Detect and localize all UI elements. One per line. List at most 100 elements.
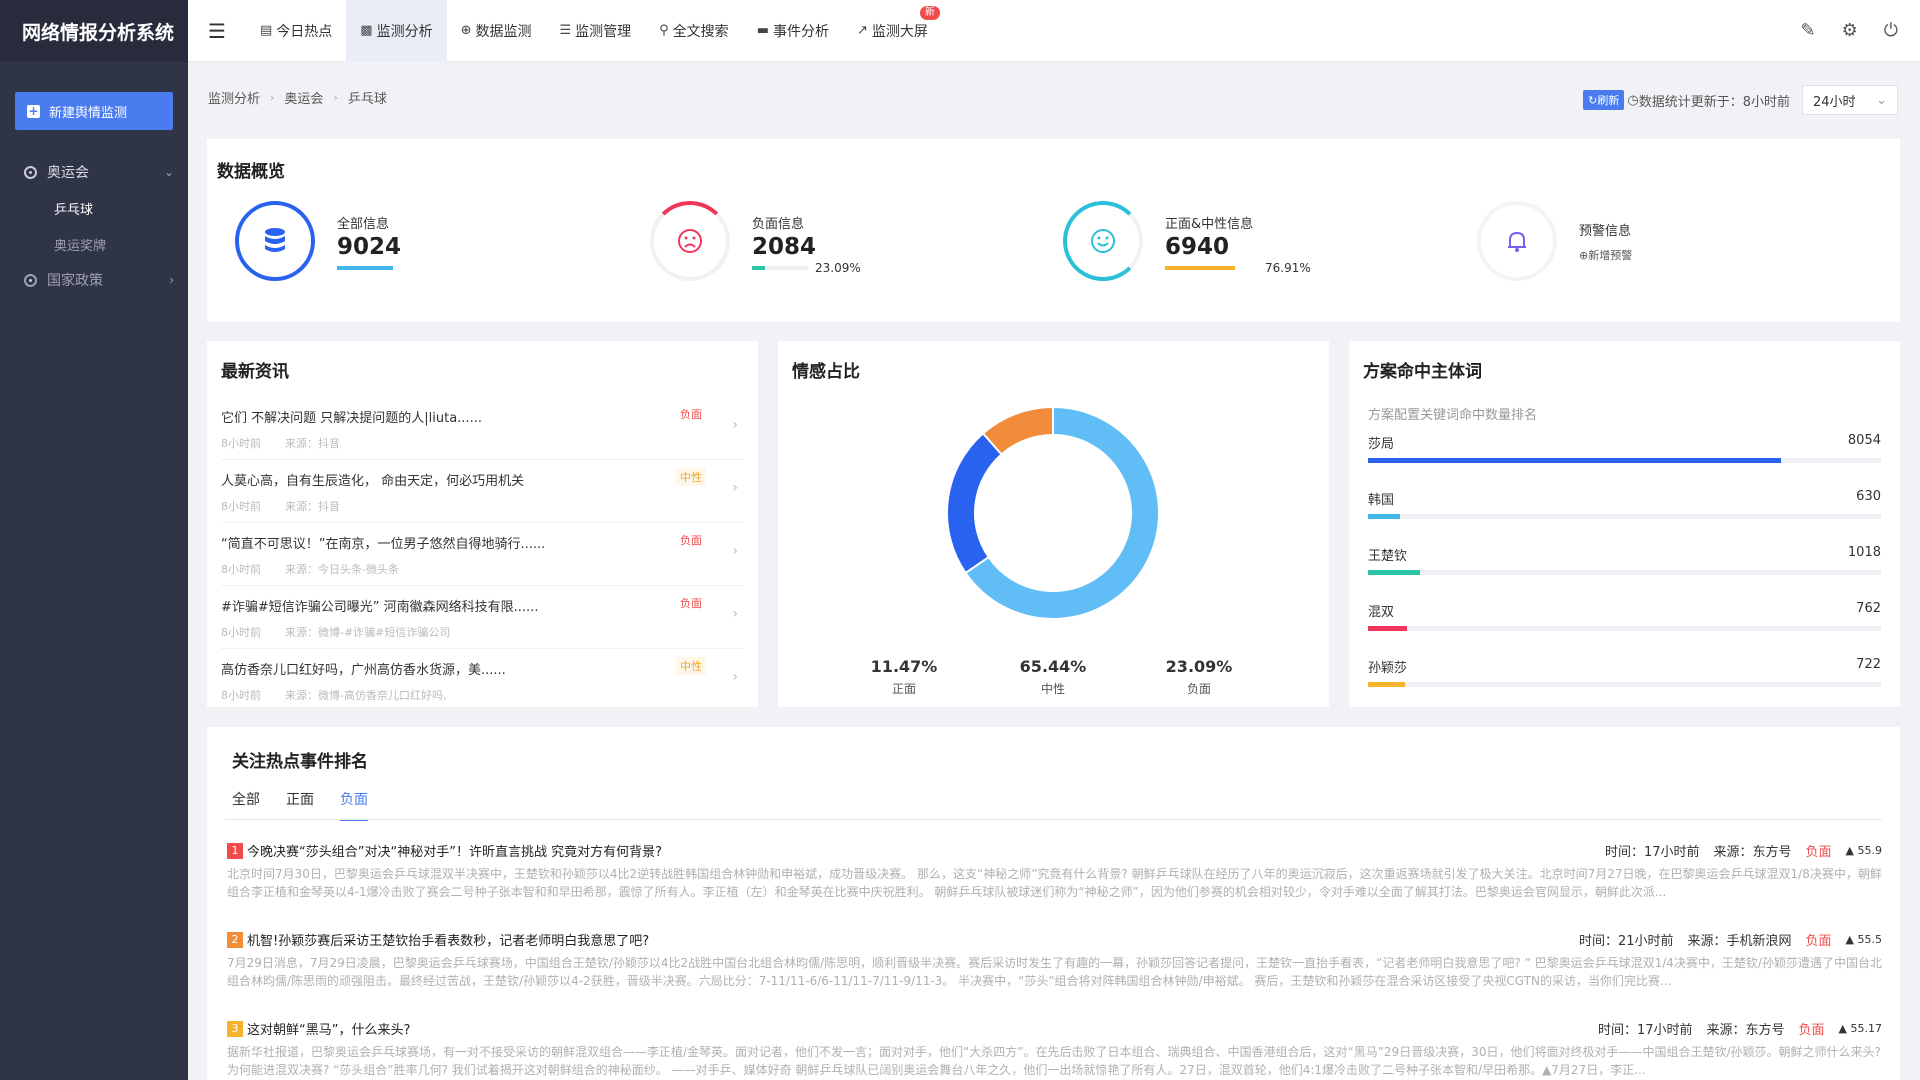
keyword-row: 混双 762 bbox=[1368, 601, 1881, 657]
sidebar-sub-table-tennis[interactable]: 乒乓球 bbox=[0, 190, 188, 226]
nav-monitor-screen[interactable]: ↗ 监测大屏新 bbox=[843, 0, 942, 62]
breadcrumb-item[interactable]: 奥运会 bbox=[284, 88, 323, 107]
menu-icon[interactable]: ☰ bbox=[188, 19, 246, 43]
news-item-title: 人莫心高，自有生辰造化， 命由天定，何必巧用机关 bbox=[221, 474, 525, 489]
keyword-bar-track bbox=[1368, 514, 1881, 519]
stat-all: 全部信息 9024 bbox=[235, 201, 401, 281]
sidebar-item-olympics[interactable]: 奥运会 ⌄ bbox=[0, 154, 188, 190]
event-score: ▲ 55.5 bbox=[1846, 933, 1882, 946]
event-score: ▲ 55.17 bbox=[1839, 1022, 1882, 1035]
plus-icon: + bbox=[27, 103, 40, 118]
list-icon: ▤ bbox=[260, 23, 273, 38]
tab-negative[interactable]: 负面 bbox=[340, 789, 368, 821]
chevron-right-icon: › bbox=[270, 91, 275, 104]
event-item[interactable]: 3 这对朝鲜“黑马”，什么来头? 时间：17小时前 来源：东方号 负面 ▲ 55.17 据新… bbox=[227, 1019, 1882, 1080]
breadcrumb-item[interactable]: 监测分析 bbox=[208, 88, 260, 107]
nav-today-hot[interactable]: ▤ 今日热点 bbox=[246, 0, 346, 62]
hot-tabs: 全部 正面 负面 bbox=[232, 789, 368, 821]
tab-positive[interactable]: 正面 bbox=[286, 789, 314, 821]
news-item-title: 它们 不解决问题 只解决提问题的人|liuta...... bbox=[221, 411, 482, 426]
time-range-select[interactable]: 24小时 ⌄ bbox=[1802, 85, 1898, 115]
chevron-right-icon[interactable]: › bbox=[732, 543, 738, 559]
news-item-time: 8小时前 bbox=[221, 689, 261, 702]
keyword-name: 混双 bbox=[1368, 605, 1395, 620]
event-meta: 时间：21小时前 来源：手机新浪网 负面 ▲ 55.5 bbox=[1579, 930, 1882, 949]
sidebar-sub-medals[interactable]: 奥运奖牌 bbox=[0, 226, 188, 262]
message-icon[interactable]: ✎ bbox=[1801, 20, 1816, 41]
event-meta: 时间：17小时前 来源：东方号 负面 ▲ 55.17 bbox=[1598, 1019, 1882, 1038]
card-icon: ▬ bbox=[756, 23, 769, 38]
news-item-meta: 8小时前 来源：抖音 bbox=[221, 435, 744, 451]
event-time: 时间：21小时前 bbox=[1578, 934, 1674, 949]
chevron-right-icon[interactable]: › bbox=[732, 606, 738, 622]
new-monitor-label: 新建舆情监测 bbox=[49, 105, 128, 121]
nav-monitor-analysis[interactable]: ▩ 监测分析 bbox=[346, 0, 447, 62]
news-item-title: “简直不可思议！”在南京，一位男子悠然自得地骑行...... bbox=[221, 537, 546, 552]
event-score-value: 55.9 bbox=[1857, 844, 1883, 857]
event-rank: 2 bbox=[227, 931, 243, 948]
list-item[interactable]: #诈骗#短信诈骗公司曝光” 河南徽森网络科技有限...... 8小时前 来源：微博-… bbox=[221, 586, 744, 649]
event-tag: 负面 bbox=[1805, 845, 1832, 860]
chevron-right-icon[interactable]: › bbox=[732, 417, 738, 433]
news-item-source: 来源：微博-#诈骗#短信诈骗公司 bbox=[285, 626, 451, 639]
keyword-count: 1018 bbox=[1847, 545, 1881, 560]
nav-event-analysis[interactable]: ▬ 事件分析 bbox=[743, 0, 843, 62]
target-icon bbox=[24, 165, 37, 179]
sidebar-item-label: 国家政策 bbox=[47, 273, 103, 289]
news-list: 它们 不解决问题 只解决提问题的人|liuta...... 8小时前 来源：抖音 负面… bbox=[221, 397, 744, 712]
new-monitor-button[interactable]: + 新建舆情监测 bbox=[15, 92, 173, 130]
list-item[interactable]: 人莫心高，自有生辰造化， 命由天定，何必巧用机关 8小时前 来源：抖音 中性 › bbox=[221, 460, 744, 523]
nav-data-monitor[interactable]: ⊕ 数据监测 bbox=[447, 0, 546, 62]
sentiment-card: 情感占比 11.47% 正面 65.44% 中性 23.09% 负面 bbox=[778, 341, 1329, 707]
chevron-right-icon[interactable]: › bbox=[732, 480, 738, 496]
event-score: ▲ 55.9 bbox=[1846, 844, 1882, 857]
positive-count: 6940 bbox=[1165, 233, 1230, 260]
overview-card: 数据概览 全部信息 9024 负面信息 2084 23.09% 正面&中性信息 … bbox=[207, 139, 1900, 322]
event-title[interactable]: 机智!孙颖莎赛后采访王楚钦抬手看表数秒，记者老师明白我意思了吧? bbox=[247, 934, 649, 949]
news-item-source: 来源：今日头条-微头条 bbox=[285, 563, 399, 576]
event-time: 时间：17小时前 bbox=[1597, 1023, 1693, 1038]
nav-monitor-manage[interactable]: ☰ 监测管理 bbox=[546, 0, 646, 62]
add-warning-link[interactable]: ⊕新增预警 bbox=[1579, 247, 1632, 263]
news-item-title: #诈骗#短信诈骗公司曝光” 河南徽森网络科技有限...... bbox=[221, 600, 539, 615]
event-item[interactable]: 2 机智!孙颖莎赛后采访王楚钦抬手看表数秒，记者老师明白我意思了吧? 时间：21小时… bbox=[227, 930, 1882, 1019]
keyword-bar-track bbox=[1368, 626, 1881, 631]
keyword-count: 630 bbox=[1856, 489, 1881, 504]
list-item[interactable]: 它们 不解决问题 只解决提问题的人|liuta...... 8小时前 来源：抖音 负面… bbox=[221, 397, 744, 460]
news-item-meta: 8小时前 来源：微博-#诈骗#短信诈骗公司 bbox=[221, 624, 744, 640]
keyword-name: 王楚钦 bbox=[1368, 549, 1408, 564]
chevron-right-icon: › bbox=[169, 273, 174, 287]
news-card: 最新资讯 它们 不解决问题 只解决提问题的人|liuta...... 8小时前 来源… bbox=[207, 341, 758, 712]
gear-icon[interactable]: ⚙ bbox=[1842, 20, 1858, 41]
power-icon[interactable]: ⏻ bbox=[1884, 20, 1898, 41]
sidebar-item-policy[interactable]: 国家政策 › bbox=[0, 262, 188, 298]
keyword-bar bbox=[1368, 682, 1406, 687]
news-item-title: 高仿香奈儿口红好吗，广州高仿香水货源，美...... bbox=[221, 663, 506, 678]
tab-all[interactable]: 全部 bbox=[232, 789, 260, 821]
event-item[interactable]: 1 今晚决赛“莎头组合”对决“神秘对手”！许昕直言挑战 究竟对方有何背景? 时间：1… bbox=[227, 841, 1882, 930]
breadcrumb-item: 乒乓球 bbox=[347, 92, 387, 107]
event-title[interactable]: 这对朝鲜“黑马”，什么来头? bbox=[247, 1023, 410, 1038]
event-meta: 时间：17小时前 来源：东方号 负面 ▲ 55.9 bbox=[1605, 841, 1882, 860]
news-item-meta: 8小时前 来源：微博-高仿香奈儿口红好吗, bbox=[221, 687, 744, 703]
event-title[interactable]: 今晚决赛“莎头组合”对决“神秘对手”！许昕直言挑战 究竟对方有何背景? bbox=[247, 845, 662, 860]
keyword-name: 孙颖莎 bbox=[1368, 661, 1408, 676]
bell-icon bbox=[1477, 201, 1557, 281]
status-badge: 中性 bbox=[676, 657, 706, 675]
breadcrumb: 监测分析 › 奥运会 › 乒乓球 bbox=[208, 88, 387, 107]
chevron-right-icon[interactable]: › bbox=[732, 669, 738, 685]
keyword-count: 722 bbox=[1856, 657, 1881, 672]
fire-icon: ▲ bbox=[1845, 844, 1858, 857]
list-item[interactable]: “简直不可思议！”在南京，一位男子悠然自得地骑行...... 8小时前 来源：今日头… bbox=[221, 523, 744, 586]
nav-full-search[interactable]: ⚲ 全文搜索 bbox=[645, 0, 743, 62]
sentiment-donut-chart bbox=[946, 405, 1160, 620]
chevron-down-icon: ⌄ bbox=[1876, 92, 1887, 108]
list-icon: ☰ bbox=[559, 23, 572, 38]
news-title: 最新资讯 bbox=[221, 362, 289, 382]
refresh-button[interactable]: ↻刷新 bbox=[1583, 90, 1625, 110]
list-item[interactable]: 高仿香奈儿口红好吗，广州高仿香水货源，美...... 8小时前 来源：微博-高仿香奈… bbox=[221, 649, 744, 712]
sad-face-icon bbox=[650, 201, 730, 281]
event-list: 1 今晚决赛“莎头组合”对决“神秘对手”！许昕直言挑战 究竟对方有何背景? 时间：1… bbox=[227, 841, 1882, 1080]
donut-slice-负面[interactable] bbox=[946, 431, 1003, 575]
event-tag: 负面 bbox=[1805, 934, 1832, 949]
